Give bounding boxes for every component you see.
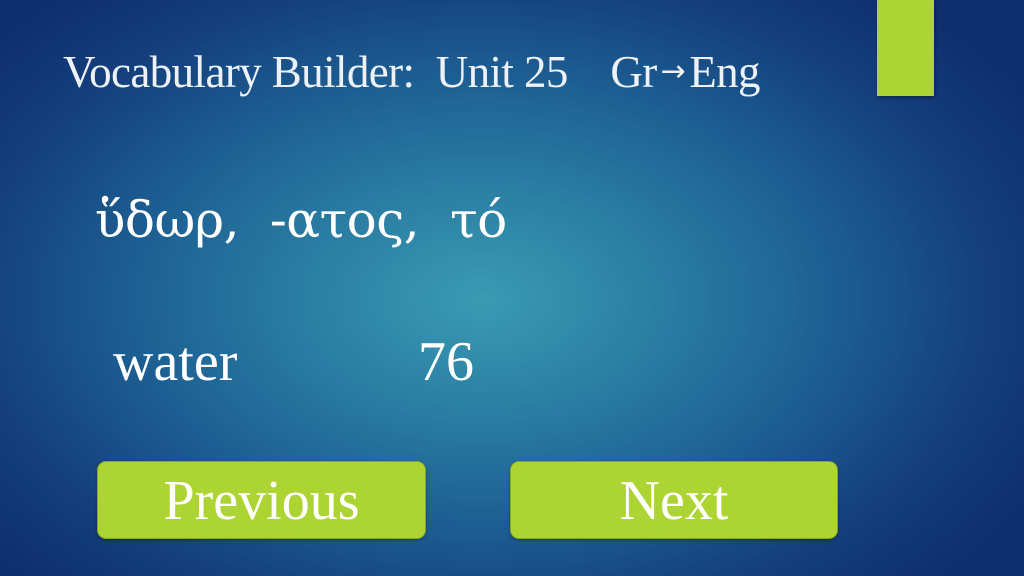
- english-meaning: water: [113, 331, 238, 393]
- previous-button[interactable]: Previous: [97, 461, 426, 539]
- arrow-right-icon: →: [660, 54, 686, 89]
- next-button[interactable]: Next: [510, 461, 838, 539]
- greek-vocabulary-entry: ὕδωρ, -ατος, τό: [95, 191, 507, 249]
- title-text: Vocabulary Builder: Unit 25 Gr: [63, 47, 657, 97]
- title-target-language: Eng: [689, 47, 760, 97]
- frequency-count: 76: [418, 331, 474, 393]
- accent-bar: [877, 0, 934, 96]
- slide-title: Vocabulary Builder: Unit 25 Gr →Eng: [63, 46, 761, 98]
